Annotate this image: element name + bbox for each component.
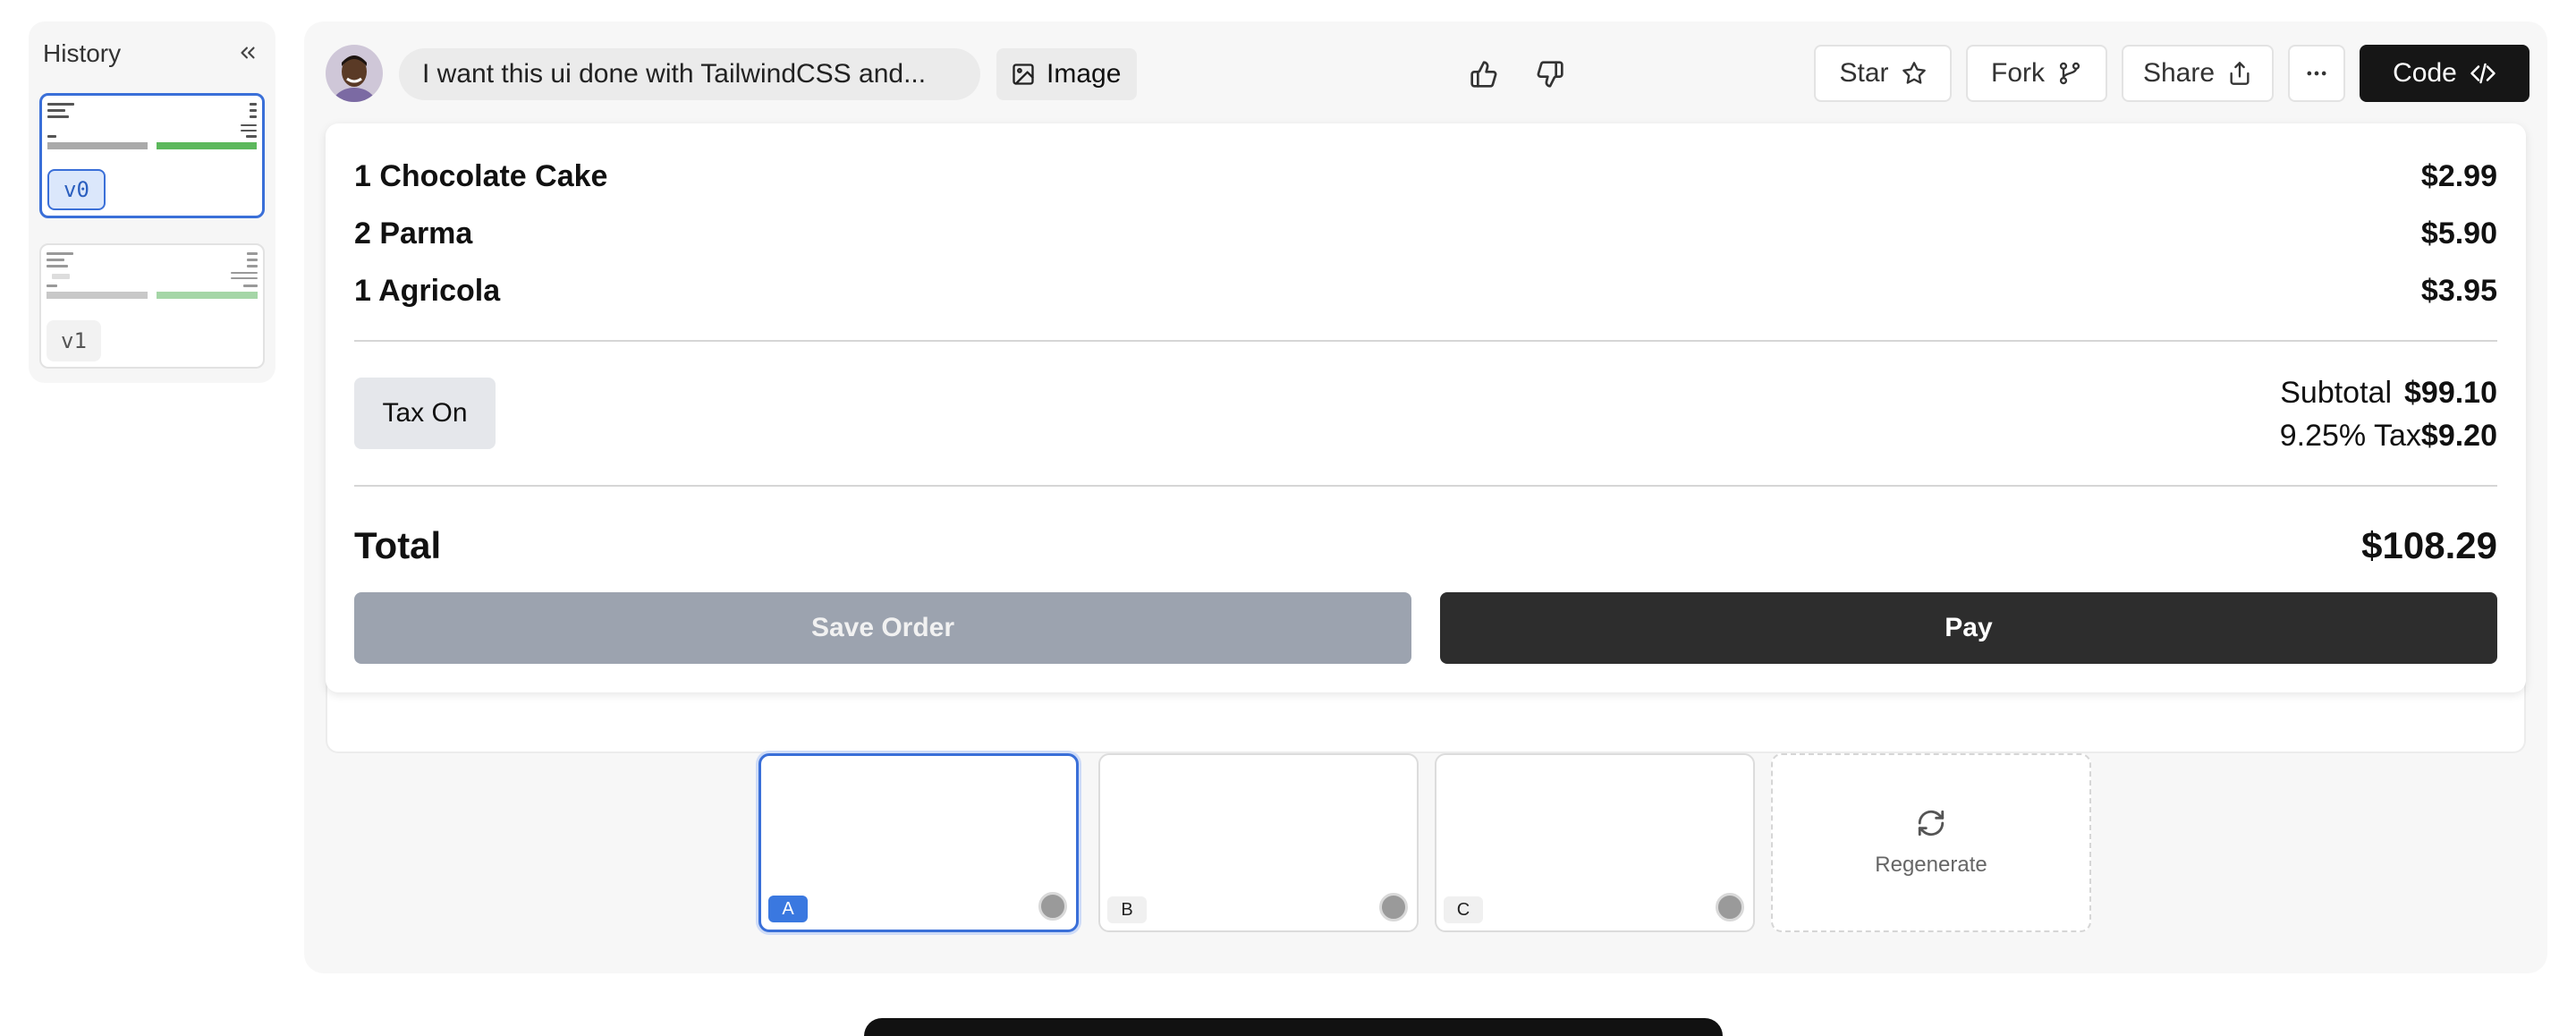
subtotal-label: Subtotal bbox=[2280, 376, 2392, 410]
share-icon bbox=[2230, 62, 2250, 85]
tax-toggle-button[interactable]: Tax On bbox=[354, 378, 496, 449]
pay-button[interactable]: Pay bbox=[1440, 592, 2497, 664]
subtotal-row: Subtotal $99.10 bbox=[2280, 376, 2497, 411]
thumbs-up-button[interactable] bbox=[1462, 52, 1506, 97]
fork-button[interactable]: Fork bbox=[1966, 45, 2107, 102]
version-preview bbox=[47, 251, 258, 301]
version-label: v1 bbox=[47, 320, 101, 361]
more-horizontal-icon bbox=[2307, 71, 2326, 76]
prompt-bubble[interactable]: I want this ui done with TailwindCSS and… bbox=[399, 48, 980, 100]
avatar[interactable] bbox=[326, 45, 383, 102]
main-panel: I want this ui done with TailwindCSS and… bbox=[304, 21, 2547, 973]
tax-row: 9.25% Tax $9.20 bbox=[2280, 419, 2497, 454]
fork-label: Fork bbox=[1991, 58, 2045, 88]
order-item: 1 Agricola $3.95 bbox=[354, 268, 2497, 313]
order-item: 2 Parma $5.90 bbox=[354, 211, 2497, 256]
history-title: History bbox=[43, 39, 122, 67]
variant-card-c[interactable]: C bbox=[1435, 753, 1755, 932]
code-button[interactable]: Code bbox=[2360, 45, 2529, 102]
loading-spinner-icon bbox=[1716, 893, 1744, 921]
total-label: Total bbox=[354, 524, 442, 566]
thumbs-down-icon bbox=[1537, 61, 1563, 88]
tax-label: 9.25% Tax bbox=[2279, 419, 2421, 453]
refresh-icon bbox=[1918, 810, 1945, 836]
user-avatar-icon bbox=[326, 45, 383, 102]
star-button[interactable]: Star bbox=[1814, 45, 1952, 102]
image-icon bbox=[1013, 64, 1034, 85]
history-version-v1[interactable]: v1 bbox=[39, 243, 265, 369]
star-label: Star bbox=[1839, 58, 1889, 88]
loading-spinner-icon bbox=[1038, 892, 1067, 921]
image-button[interactable]: Image bbox=[996, 48, 1138, 100]
git-fork-icon bbox=[2059, 62, 2080, 85]
variant-card-a[interactable]: A bbox=[758, 753, 1079, 932]
code-icon bbox=[2470, 63, 2496, 84]
item-price: $3.95 bbox=[2420, 273, 2497, 308]
history-version-v0[interactable]: v0 bbox=[39, 93, 265, 218]
variant-label: A bbox=[768, 896, 808, 922]
subtotal-value: $99.10 bbox=[2404, 376, 2497, 410]
regenerate-label: Regenerate bbox=[1875, 853, 1987, 877]
loading-spinner-icon bbox=[1379, 893, 1408, 921]
star-icon bbox=[1902, 62, 1926, 84]
variant-card-b[interactable]: B bbox=[1098, 753, 1419, 932]
more-options-button[interactable] bbox=[2288, 45, 2345, 102]
item-price: $2.99 bbox=[2420, 158, 2497, 193]
thumbs-down-button[interactable] bbox=[1528, 52, 1572, 97]
image-label: Image bbox=[1046, 59, 1122, 89]
total-row: Total $108.29 bbox=[354, 519, 2497, 573]
history-sidebar: History v0 v1 bbox=[29, 21, 275, 383]
save-order-button[interactable]: Save Order bbox=[354, 592, 1411, 664]
toolbar: I want this ui done with TailwindCSS and… bbox=[326, 41, 2529, 102]
share-label: Share bbox=[2142, 58, 2216, 88]
regenerate-button[interactable]: Regenerate bbox=[1771, 753, 2091, 932]
variant-label: C bbox=[1444, 896, 1483, 923]
bottom-prompt-bar[interactable] bbox=[864, 1018, 1723, 1036]
item-name: 1 Agricola bbox=[354, 273, 501, 308]
code-label: Code bbox=[2393, 58, 2457, 88]
preview-frame-bottom bbox=[326, 682, 2526, 753]
collapse-sidebar-button[interactable] bbox=[233, 38, 263, 68]
version-label: v0 bbox=[47, 169, 106, 210]
total-value: $108.29 bbox=[2361, 524, 2497, 566]
order-card: 1 Chocolate Cake $2.99 2 Parma $5.90 1 A… bbox=[326, 123, 2526, 692]
chevrons-left-icon bbox=[241, 47, 255, 59]
item-name: 1 Chocolate Cake bbox=[354, 158, 608, 193]
divider bbox=[354, 485, 2497, 487]
order-item: 1 Chocolate Cake $2.99 bbox=[354, 154, 2497, 199]
share-button[interactable]: Share bbox=[2122, 45, 2274, 102]
thumbs-up-icon bbox=[1470, 61, 1497, 88]
item-name: 2 Parma bbox=[354, 216, 473, 251]
divider bbox=[354, 340, 2497, 342]
item-price: $5.90 bbox=[2420, 216, 2497, 251]
variant-label: B bbox=[1107, 896, 1147, 923]
tax-value: $9.20 bbox=[2420, 419, 2497, 453]
version-preview bbox=[47, 101, 257, 151]
